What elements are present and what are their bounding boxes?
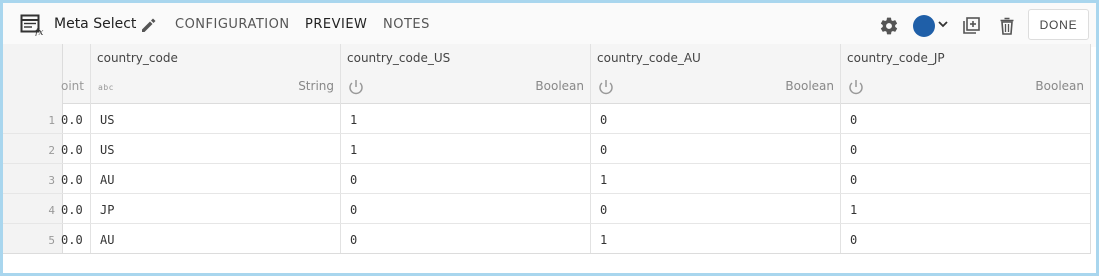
done-button[interactable]: DONE — [1028, 9, 1089, 40]
row-number: 1 — [48, 114, 55, 127]
grid-right-edge — [1090, 44, 1091, 254]
table-cell[interactable]: 0 — [600, 143, 607, 157]
table-cell[interactable]: US — [100, 113, 114, 127]
table-cell[interactable]: AU — [100, 173, 114, 187]
gear-icon[interactable] — [879, 16, 899, 36]
column-name: country_code — [97, 51, 178, 65]
table-cell[interactable]: JP — [100, 203, 114, 217]
row-divider — [3, 193, 1090, 194]
table-cell[interactable]: 0 — [850, 173, 857, 187]
row-divider — [3, 223, 1090, 224]
partial-cell: 0.0 — [61, 233, 83, 247]
table-cell[interactable]: 0 — [600, 113, 607, 127]
column-type: Boolean — [785, 79, 834, 93]
partial-cell: 0.0 — [61, 173, 83, 187]
tab-notes[interactable]: NOTES — [383, 17, 430, 32]
column-type: Boolean — [1035, 79, 1084, 93]
row-divider — [3, 163, 1090, 164]
table-cell[interactable]: 0 — [850, 143, 857, 157]
partial-cell: 0.0 — [61, 143, 83, 157]
row-divider — [3, 133, 1090, 134]
partial-cell: 0.0 — [61, 113, 83, 127]
page-title: Meta Select — [54, 16, 137, 32]
column-name: country_code_JP — [847, 51, 945, 65]
power-icon — [849, 80, 863, 95]
table-cell[interactable]: 1 — [600, 233, 607, 247]
tab-configuration[interactable]: CONFIGURATION — [175, 17, 290, 32]
partial-cell: 0.0 — [61, 203, 83, 217]
row-number: 3 — [48, 174, 55, 187]
table-cell[interactable]: 1 — [350, 113, 357, 127]
table-cell[interactable]: 1 — [850, 203, 857, 217]
table-cell[interactable]: 1 — [600, 173, 607, 187]
row-number: 4 — [48, 204, 55, 217]
color-picker-swatch[interactable] — [913, 15, 935, 37]
column-type: Boolean — [535, 79, 584, 93]
table-cell[interactable]: 0 — [350, 203, 357, 217]
toolbar: fx Meta Select CONFIGURATION PREVIEW NOT… — [3, 3, 1096, 47]
edit-title-icon[interactable] — [139, 16, 157, 34]
table-cell[interactable]: 0 — [350, 173, 357, 187]
preview-data-grid: oint country_code abc String country_cod… — [3, 44, 1091, 254]
trash-icon[interactable] — [998, 16, 1016, 36]
power-icon — [599, 80, 613, 95]
grid-bottom-edge — [3, 253, 1090, 254]
table-cell[interactable]: 1 — [350, 143, 357, 157]
table-cell[interactable]: AU — [100, 233, 114, 247]
row-number: 2 — [48, 144, 55, 157]
table-cell[interactable]: 0 — [350, 233, 357, 247]
column-name: country_code_US — [347, 51, 451, 65]
column-name: country_code_AU — [597, 51, 701, 65]
tab-preview[interactable]: PREVIEW — [305, 17, 367, 32]
table-cell[interactable]: US — [100, 143, 114, 157]
duplicate-icon[interactable] — [961, 16, 981, 36]
table-formula-icon: fx — [20, 14, 43, 36]
table-cell[interactable]: 0 — [850, 113, 857, 127]
table-cell[interactable]: 0 — [600, 203, 607, 217]
abc-icon: abc — [98, 83, 114, 92]
table-cell[interactable]: 0 — [850, 233, 857, 247]
svg-text:fx: fx — [34, 28, 43, 36]
power-icon — [349, 80, 363, 95]
row-number: 5 — [48, 234, 55, 247]
column-type: String — [298, 79, 334, 93]
partial-column-type: oint — [61, 79, 84, 93]
chevron-down-icon[interactable] — [937, 18, 949, 30]
